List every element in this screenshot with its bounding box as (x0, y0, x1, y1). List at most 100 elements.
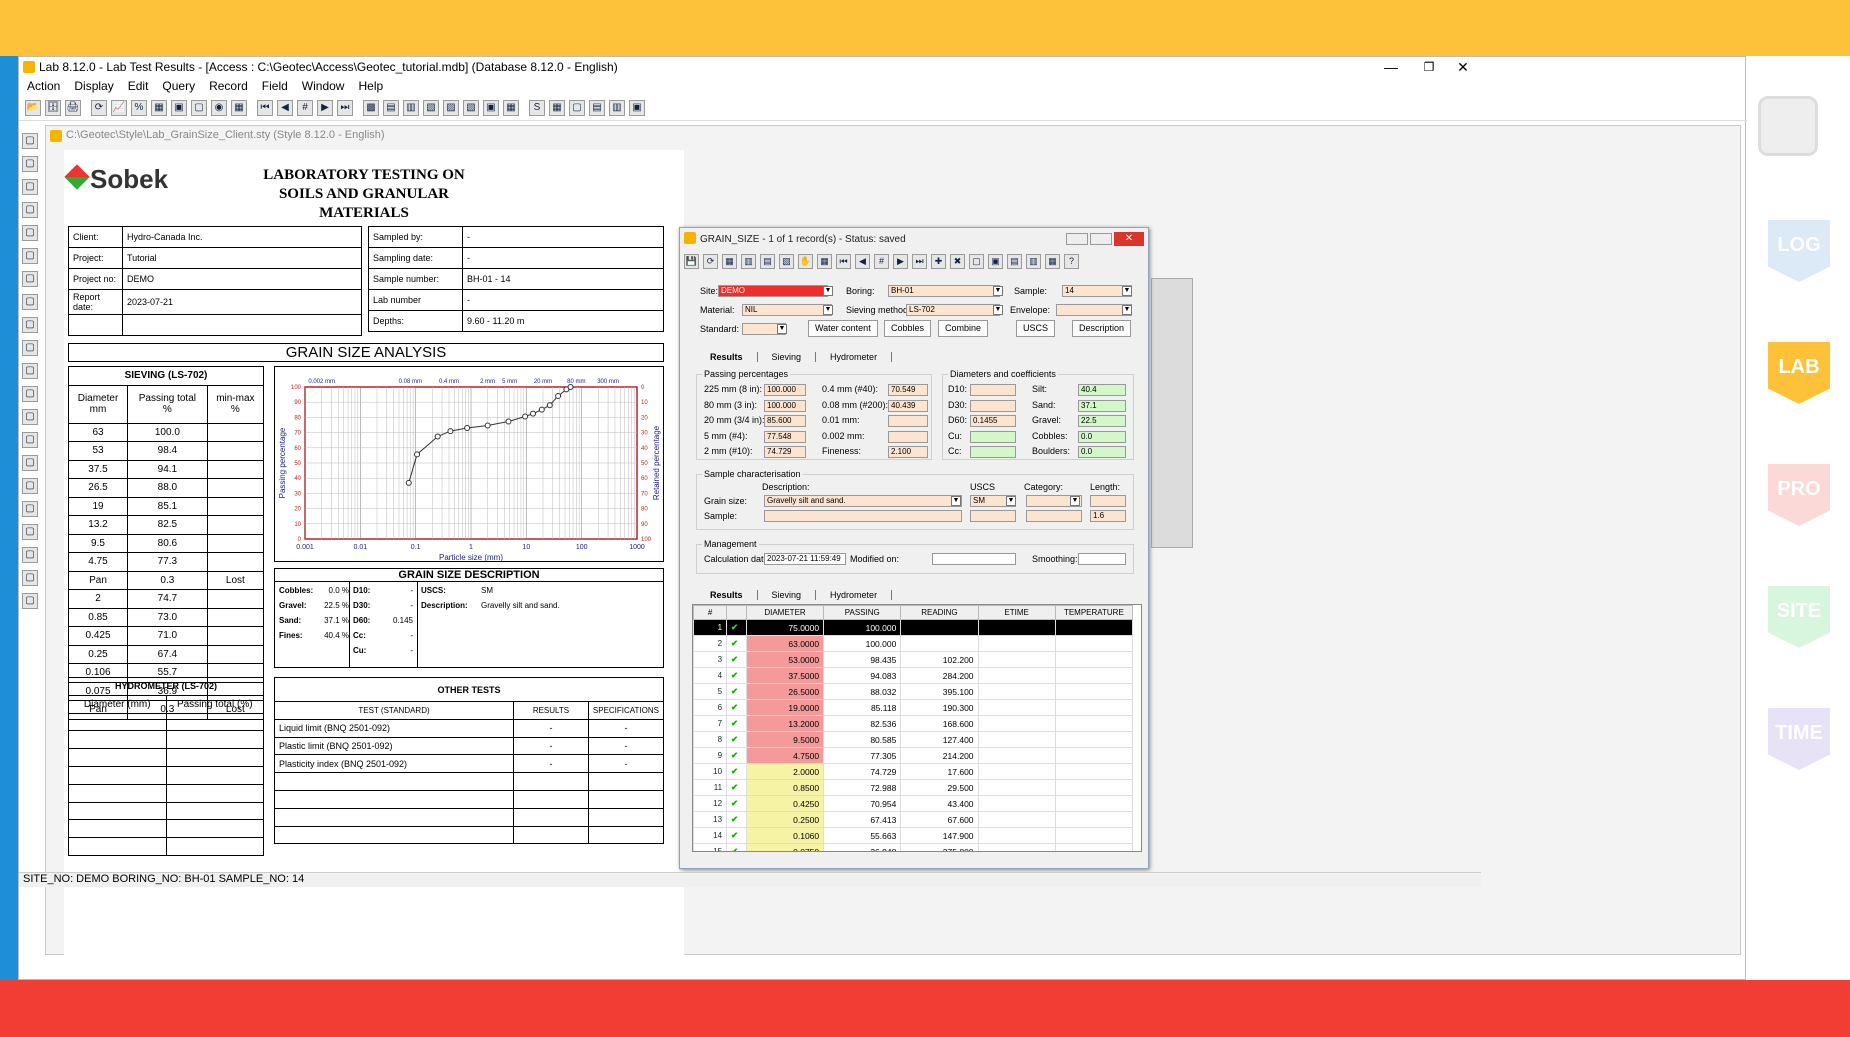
calc-date-field[interactable]: 2023-07-21 11:59:49 (764, 553, 846, 565)
diameter-cell[interactable]: 13.2000 (745, 715, 825, 732)
temperature-cell[interactable] (1054, 667, 1134, 684)
btn-cobbles[interactable]: Cobbles (884, 320, 932, 337)
toolbar-tool-14-icon[interactable]: # (297, 99, 313, 116)
coef-value[interactable]: 40.4 (1078, 384, 1126, 396)
side-tool-8-icon[interactable]: ▢ (22, 294, 38, 310)
table-row[interactable]: 5 ✔ 26.5000 88.032 395.100 (693, 683, 1134, 700)
etime-cell[interactable] (977, 667, 1056, 684)
etime-cell[interactable] (977, 651, 1056, 668)
form-tool-16-icon[interactable]: ▢ (969, 253, 984, 269)
diameter-cell[interactable]: 75.0000 (745, 619, 825, 636)
diameter-cell[interactable]: 37.5000 (745, 667, 825, 684)
grid-header[interactable]: READING (900, 605, 979, 620)
menu-query[interactable]: Query (162, 79, 195, 95)
form-tool-13-icon[interactable]: ⏭ (912, 253, 927, 269)
table-row[interactable]: 4 ✔ 37.5000 94.083 284.200 (693, 667, 1134, 684)
temperature-cell[interactable] (1054, 715, 1134, 732)
form-close-button[interactable]: ✕ (1114, 232, 1144, 246)
side-tool-11-icon[interactable]: ▢ (22, 363, 38, 379)
side-tool-6-icon[interactable]: ▢ (22, 248, 38, 264)
side-tool-20-icon[interactable]: ▢ (22, 570, 38, 586)
diameter-cell[interactable]: 4.7500 (745, 747, 825, 764)
diameter-cell[interactable]: 0.4250 (745, 795, 825, 812)
reading-cell[interactable] (900, 619, 979, 636)
menu-edit[interactable]: Edit (128, 79, 149, 95)
form-tool-6-icon[interactable]: ▧ (779, 253, 794, 269)
reading-cell[interactable]: 214.200 (900, 747, 979, 764)
passing-cell[interactable]: 94.083 (823, 667, 902, 684)
toolbar-tool-20-icon[interactable]: ▧ (423, 99, 439, 116)
reading-cell[interactable]: 67.600 (900, 811, 979, 828)
toolbar-tool-18-icon[interactable]: ▤ (383, 99, 399, 116)
coef-value[interactable]: 0.0 (1078, 430, 1126, 443)
etime-cell[interactable] (977, 827, 1056, 844)
reading-cell[interactable]: 284.200 (900, 667, 979, 684)
toolbar-tool-24-icon[interactable]: ▦ (503, 99, 519, 116)
form-tool-10-icon[interactable]: ◀ (855, 253, 870, 269)
site-field[interactable]: DEMO (718, 285, 828, 297)
toolbar-tool-5-icon[interactable]: 📈 (111, 99, 127, 116)
etime-cell[interactable] (977, 699, 1056, 716)
grid-tab-sieving[interactable]: Sieving (758, 590, 817, 600)
toolbar-tool-2-icon[interactable]: 🗄 (45, 99, 61, 116)
toolbar-tool-3-icon[interactable]: 🖨 (65, 99, 81, 116)
passing-cell[interactable]: 55.663 (823, 827, 902, 844)
side-tool-9-icon[interactable]: ▢ (22, 317, 38, 333)
length-value[interactable]: 1.6 (1090, 510, 1126, 522)
reading-cell[interactable]: 102.200 (900, 651, 979, 668)
table-row[interactable]: 15 ✔ 0.0750 36.948 275.800 (693, 843, 1134, 851)
table-row[interactable]: 1 ✔ 75.0000 100.000 (693, 619, 1134, 636)
etime-cell[interactable] (977, 811, 1056, 828)
passing-cell[interactable]: 100.000 (823, 635, 902, 652)
module-tab-time[interactable]: TIME (1768, 708, 1830, 770)
side-tool-4-icon[interactable]: ▢ (22, 202, 38, 218)
form-tool-14-icon[interactable]: ✚ (931, 253, 946, 269)
side-tool-14-icon[interactable]: ▢ (22, 432, 38, 448)
sample-uscs-field[interactable] (970, 510, 1016, 522)
grid-tab-hydrometer[interactable]: Hydrometer (816, 590, 893, 600)
etime-cell[interactable] (977, 763, 1056, 780)
temperature-cell[interactable] (1054, 635, 1134, 652)
toolbar-tool-12-icon[interactable]: ⏮ (257, 99, 273, 116)
grid-header[interactable]: PASSING (823, 605, 902, 620)
temperature-cell[interactable] (1054, 619, 1134, 636)
smoothing-field[interactable] (1078, 553, 1126, 565)
reading-cell[interactable]: 17.600 (900, 763, 979, 780)
etime-cell[interactable] (977, 715, 1056, 732)
side-tool-19-icon[interactable]: ▢ (22, 547, 38, 563)
sieving-method-field[interactable]: LS-702 (906, 304, 1000, 316)
etime-cell[interactable] (977, 683, 1056, 700)
passing-cell[interactable]: 36.948 (823, 843, 902, 851)
etime-cell[interactable] (977, 843, 1056, 851)
tab-hydrometer[interactable]: Hydrometer (816, 352, 893, 362)
grid-tab-results[interactable]: Results (696, 590, 758, 600)
toolbar-tool-17-icon[interactable]: ▩ (363, 99, 379, 116)
side-tool-21-icon[interactable]: ▢ (22, 593, 38, 609)
form-tool-20-icon[interactable]: ▦ (1045, 253, 1060, 269)
grid-header[interactable] (726, 605, 747, 620)
side-tool-7-icon[interactable]: ▢ (22, 271, 38, 287)
sample-dropdown-icon[interactable]: ▼ (1122, 286, 1132, 296)
temperature-cell[interactable] (1054, 795, 1134, 812)
table-row[interactable]: 2 ✔ 63.0000 100.000 (693, 635, 1134, 652)
coef-value[interactable]: 22.5 (1078, 415, 1126, 427)
form-tool-18-icon[interactable]: ▤ (1007, 253, 1022, 269)
coef-value[interactable] (970, 384, 1016, 396)
module-tab-site[interactable]: SITE (1768, 586, 1830, 648)
envelope-field[interactable] (1056, 304, 1132, 316)
passing-value[interactable]: 85.600 (764, 415, 806, 427)
passing-value[interactable]: 100.000 (764, 399, 806, 412)
passing-value[interactable]: 74.729 (764, 446, 806, 458)
form-tool-19-icon[interactable]: ▥ (1026, 253, 1041, 269)
table-row[interactable]: 14 ✔ 0.1060 55.663 147.900 (693, 827, 1134, 844)
uscs-dropdown-icon[interactable]: ▼ (1006, 496, 1016, 506)
module-tab-lab[interactable]: LAB (1768, 342, 1830, 404)
passing-value[interactable]: 70.549 (888, 384, 928, 396)
grid-header[interactable]: DIAMETER (745, 605, 825, 620)
table-row[interactable]: 6 ✔ 19.0000 85.118 190.300 (693, 699, 1134, 716)
btn-description[interactable]: Description (1072, 320, 1132, 337)
reading-cell[interactable]: 168.600 (900, 715, 979, 732)
material-dropdown-icon[interactable]: ▼ (823, 305, 833, 315)
coef-value[interactable] (970, 446, 1016, 458)
form-tool-12-icon[interactable]: ▶ (893, 253, 908, 269)
